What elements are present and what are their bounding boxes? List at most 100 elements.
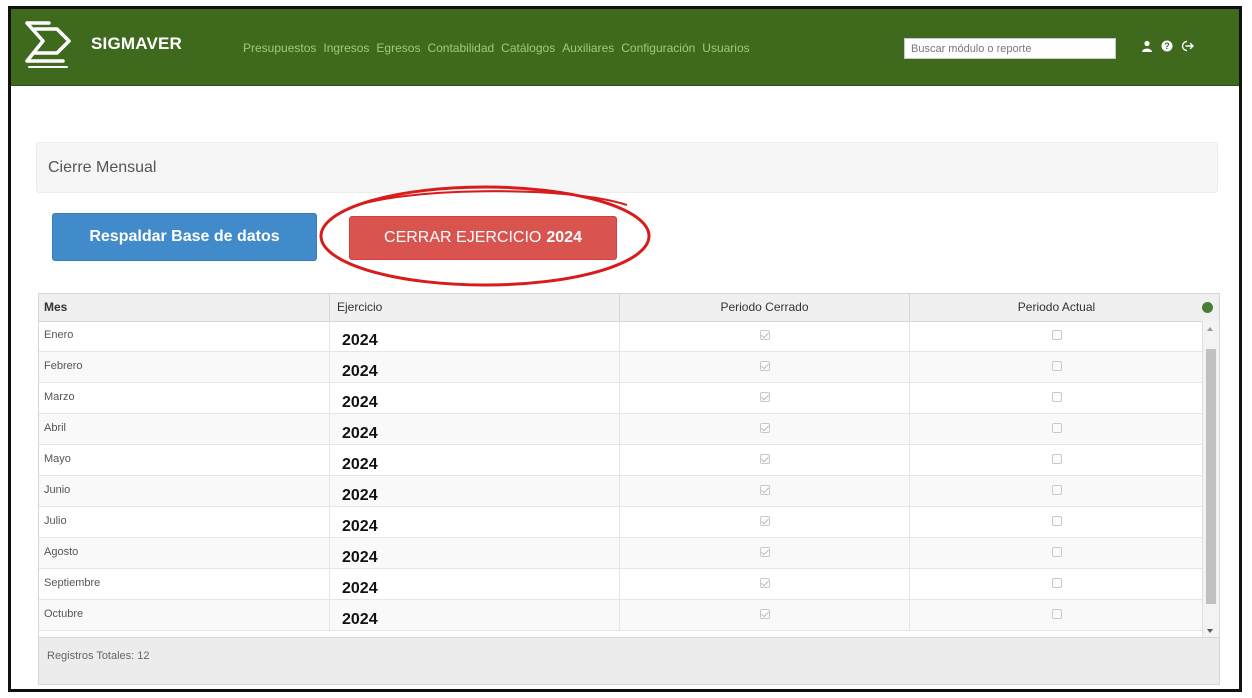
periodo-cerrado-checkbox	[759, 516, 770, 526]
cell-periodo-actual	[909, 507, 1203, 537]
cell-ejercicio: 2024	[329, 352, 619, 382]
periodo-cerrado-checkbox	[759, 392, 770, 402]
cell-ejercicio: 2024	[329, 507, 619, 537]
cell-mes: Marzo	[44, 391, 75, 403]
search-input[interactable]	[904, 38, 1116, 59]
column-header-periodo-actual[interactable]: Periodo Actual	[909, 294, 1203, 321]
periodo-cerrado-checkbox	[759, 330, 770, 340]
menu-item-egresos[interactable]: Egresos	[376, 41, 420, 55]
cell-mes: Agosto	[44, 546, 79, 558]
periodo-actual-checkbox	[1051, 547, 1062, 557]
table-row[interactable]: Enero 2024	[39, 321, 1203, 352]
periodo-cerrado-checkbox	[759, 578, 770, 588]
cell-periodo-actual	[909, 569, 1203, 599]
periodo-actual-checkbox	[1051, 330, 1062, 340]
cell-periodo-actual	[909, 321, 1203, 351]
periodo-actual-checkbox	[1051, 609, 1062, 619]
cell-mes: Junio	[44, 484, 71, 496]
help-icon[interactable]: ?	[1161, 40, 1173, 52]
cell-mes: Mayo	[44, 453, 71, 465]
column-options-icon[interactable]	[1202, 302, 1213, 313]
cell-periodo-actual	[909, 352, 1203, 382]
backup-database-button[interactable]: Respaldar Base de datos	[52, 213, 317, 261]
periodo-cerrado-checkbox	[759, 423, 770, 433]
sigmaver-logo-icon	[25, 21, 71, 68]
periodo-actual-checkbox	[1051, 361, 1062, 371]
brand-name[interactable]: SIGMAVER	[91, 34, 182, 54]
periodo-cerrado-checkbox	[759, 454, 770, 464]
page-title: Cierre Mensual	[48, 159, 157, 176]
cell-periodo-actual	[909, 538, 1203, 568]
scrollbar-thumb[interactable]	[1206, 349, 1216, 604]
menu-item-contabilidad[interactable]: Contabilidad	[427, 41, 494, 55]
table-row[interactable]: Octubre 2024	[39, 600, 1203, 631]
table-row[interactable]: Septiembre 2024	[39, 569, 1203, 600]
scroll-up-arrow-icon[interactable]	[1207, 327, 1213, 331]
nav-icons: ?	[1141, 40, 1194, 52]
cell-mes: Julio	[44, 515, 67, 527]
cell-ejercicio: 2024	[329, 321, 619, 351]
app-frame: SIGMAVER Presupuestos Ingresos Egresos C…	[8, 6, 1242, 692]
cell-periodo-cerrado	[619, 414, 909, 444]
table-footer: Registros Totales: 12	[39, 637, 1219, 684]
top-navbar: SIGMAVER Presupuestos Ingresos Egresos C…	[11, 9, 1239, 86]
cell-periodo-cerrado	[619, 569, 909, 599]
cell-periodo-actual	[909, 600, 1203, 630]
cell-periodo-cerrado	[619, 445, 909, 475]
periodo-actual-checkbox	[1051, 516, 1062, 526]
periodo-actual-checkbox	[1051, 423, 1062, 433]
column-header-ejercicio[interactable]: Ejercicio	[329, 294, 619, 321]
cell-ejercicio: 2024	[329, 476, 619, 506]
menu-item-auxiliares[interactable]: Auxiliares	[562, 41, 614, 55]
cell-mes: Septiembre	[44, 577, 101, 589]
menu-item-usuarios[interactable]: Usuarios	[702, 41, 749, 55]
menu-item-configuracion[interactable]: Configuración	[621, 41, 695, 55]
periodo-cerrado-checkbox	[759, 547, 770, 557]
menu-item-presupuestos[interactable]: Presupuestos	[243, 41, 316, 55]
close-button-label: CERRAR EJERCICIO	[384, 229, 542, 246]
cell-periodo-cerrado	[619, 538, 909, 568]
scroll-down-arrow-icon[interactable]	[1207, 629, 1213, 633]
panel-heading: Cierre Mensual	[36, 142, 1218, 193]
periodo-actual-checkbox	[1051, 485, 1062, 495]
cell-periodo-actual	[909, 414, 1203, 444]
periodo-actual-checkbox	[1051, 578, 1062, 588]
cell-ejercicio: 2024	[329, 600, 619, 630]
table-scrollbar[interactable]	[1202, 321, 1219, 639]
periodo-cerrado-checkbox	[759, 361, 770, 371]
column-header-periodo-cerrado[interactable]: Periodo Cerrado	[619, 294, 909, 321]
table-row[interactable]: Febrero 2024	[39, 352, 1203, 383]
table-row[interactable]: Junio 2024	[39, 476, 1203, 507]
total-records-label: Registros Totales: 12	[47, 650, 150, 662]
menu-item-catalogos[interactable]: Catálogos	[501, 41, 555, 55]
table-row[interactable]: Abril 2024	[39, 414, 1203, 445]
cell-periodo-cerrado	[619, 507, 909, 537]
cell-mes: Febrero	[44, 360, 83, 372]
cell-periodo-actual	[909, 445, 1203, 475]
table-row[interactable]: Marzo 2024	[39, 383, 1203, 414]
cell-ejercicio: 2024	[329, 569, 619, 599]
cell-mes: Octubre	[44, 608, 84, 620]
close-button-year: 2024	[546, 229, 582, 246]
table-row[interactable]: Julio 2024	[39, 507, 1203, 538]
table-row[interactable]: Mayo 2024	[39, 445, 1203, 476]
months-table: Mes Ejercicio Periodo Cerrado Periodo Ac…	[38, 293, 1220, 685]
close-fiscal-year-button[interactable]: CERRAR EJERCICIO 2024	[349, 216, 617, 260]
cell-mes: Abril	[44, 422, 67, 434]
user-icon[interactable]	[1141, 40, 1153, 52]
cell-periodo-cerrado	[619, 321, 909, 351]
table-row[interactable]: Agosto 2024	[39, 538, 1203, 569]
logout-icon[interactable]	[1181, 40, 1194, 52]
table-body: Enero 2024 Febrero 2024 Marzo 2024 Abril 202…	[39, 321, 1203, 631]
cell-periodo-cerrado	[619, 476, 909, 506]
cell-ejercicio: 2024	[329, 414, 619, 444]
table-header: Mes Ejercicio Periodo Cerrado Periodo Ac…	[39, 294, 1219, 322]
cell-periodo-actual	[909, 476, 1203, 506]
cell-periodo-cerrado	[619, 352, 909, 382]
cell-periodo-cerrado	[619, 383, 909, 413]
cell-mes: Enero	[44, 329, 74, 341]
cell-ejercicio: 2024	[329, 538, 619, 568]
column-header-mes[interactable]: Mes	[39, 294, 329, 321]
cell-periodo-cerrado	[619, 600, 909, 630]
menu-item-ingresos[interactable]: Ingresos	[323, 41, 369, 55]
